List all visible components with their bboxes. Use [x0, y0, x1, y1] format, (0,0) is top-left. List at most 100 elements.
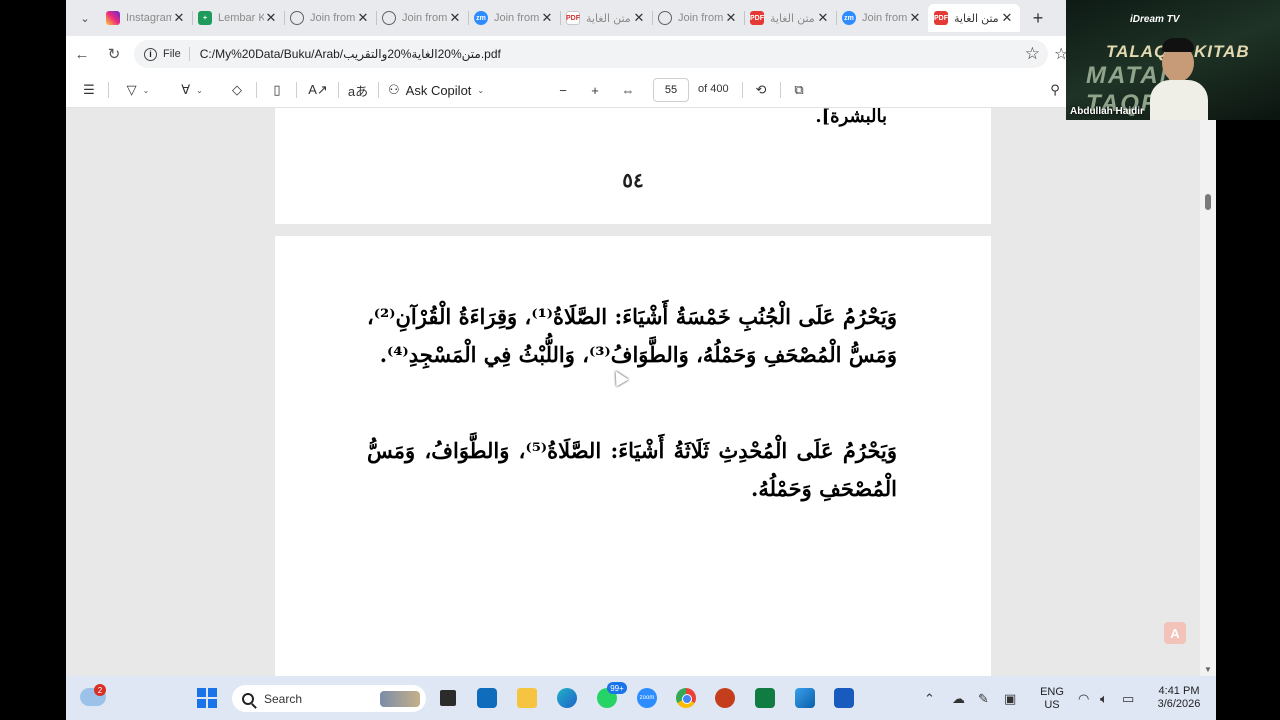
highlight-icon[interactable]: ▽ ⌄	[118, 80, 158, 100]
zoom-app-icon[interactable]: zoom	[633, 684, 661, 712]
eraser-icon[interactable]: ◇	[226, 80, 248, 100]
globe-icon	[290, 11, 304, 25]
clock[interactable]: 4:41 PM 3/6/2026	[1150, 685, 1208, 711]
folder-icon	[517, 688, 537, 708]
tab-matan-pdf-active[interactable]: PDF متن الغاية ✕	[928, 4, 1020, 32]
search-icon[interactable]: ⚲	[1044, 80, 1066, 100]
tab-join-from-zoom-1[interactable]: zm Join from ✕	[468, 4, 560, 32]
input-language-indicator[interactable]: ENG US	[1040, 686, 1064, 712]
sheets-icon: +	[198, 11, 212, 25]
left-black-bar	[0, 0, 66, 720]
tab-join-from-zoom-2[interactable]: zm Join from ✕	[836, 4, 928, 32]
close-tab-icon[interactable]: ✕	[816, 10, 830, 26]
photos-icon[interactable]	[791, 684, 819, 712]
whatsapp-icon[interactable]: 99+	[593, 682, 627, 712]
scroll-down-icon[interactable]: ▼	[1204, 665, 1212, 674]
tab-title: متن الغاية	[954, 12, 999, 25]
tab-matan-pdf-2[interactable]: PDF متن الغاية ✕	[744, 4, 836, 32]
powerpoint-icon[interactable]	[711, 684, 739, 712]
notification-tray-icon[interactable]: ▣	[1004, 691, 1016, 707]
fit-to-width-icon[interactable]: ⇔	[617, 80, 639, 100]
zoom-out-icon[interactable]: −	[552, 80, 574, 100]
windows-logo-icon	[197, 688, 217, 708]
tab-matan-pdf-1[interactable]: PDF متن الغاية ✕	[560, 4, 652, 32]
url-scheme-chip: File	[163, 48, 181, 60]
pen-icon[interactable]: ✎	[978, 691, 989, 707]
info-icon[interactable]: i	[144, 47, 157, 61]
favorite-star-icon[interactable]: ☆	[1025, 44, 1040, 64]
toolbar-divider	[256, 82, 257, 98]
chevron-down-icon: ⌄	[477, 85, 485, 95]
contents-list-icon[interactable]: ☰	[78, 80, 100, 100]
outlook-icon[interactable]	[473, 684, 501, 712]
tab-title: Instagram	[126, 12, 172, 24]
toolbar-divider	[338, 82, 339, 98]
video-brand: iDream TV	[1130, 14, 1180, 25]
language-code: ENG	[1040, 686, 1064, 698]
volume-icon[interactable]: 🔈︎	[1100, 691, 1108, 707]
toolbar-divider	[296, 82, 297, 98]
start-windows-icon[interactable]	[193, 684, 221, 712]
close-tab-icon[interactable]: ✕	[724, 10, 738, 26]
zoom-icon: zm	[842, 11, 856, 25]
tab-lembar[interactable]: + Lembar Kerja ✕	[192, 4, 284, 32]
vertical-scrollbar[interactable]: ▲ ▼	[1200, 108, 1216, 676]
task-view-icon[interactable]	[434, 684, 462, 712]
browser-window: ⌄ Instagram ✕ + Lembar Kerja ✕ Join from…	[66, 0, 1216, 676]
wifi-icon[interactable]: ◠	[1078, 691, 1089, 707]
video-overlay: iDream TV TALAQQI KITAB MATAN TAQRIB Abd…	[1066, 0, 1280, 120]
tab-join-from-2[interactable]: Join from ✕	[376, 4, 468, 32]
taskbar-search-box[interactable]: Search	[232, 685, 426, 712]
page-number-label: ٥٤	[622, 168, 644, 192]
tab-instagram[interactable]: Instagram ✕	[100, 4, 192, 32]
tab-join-from-3[interactable]: Join from ✕	[652, 4, 744, 32]
close-tab-icon[interactable]: ✕	[632, 10, 646, 26]
zoom-in-icon[interactable]: +	[584, 80, 606, 100]
close-tab-icon[interactable]: ✕	[1000, 10, 1014, 26]
chrome-app-icon	[676, 688, 696, 708]
pdf-viewer[interactable]: بالبشرة]. ٥٤ وَيَحْرُمُ عَلَى الْجُنُبِ …	[66, 108, 1216, 676]
clock-date: 3/6/2026	[1157, 698, 1201, 710]
rotate-icon[interactable]: ⟲	[750, 80, 772, 100]
whatsapp-badge: 99+	[607, 682, 627, 694]
word-icon[interactable]	[830, 684, 858, 712]
close-tab-icon[interactable]: ✕	[540, 10, 554, 26]
scrollbar-thumb[interactable]	[1205, 194, 1211, 210]
page-view-icon[interactable]: ▯	[266, 80, 288, 100]
speaker-cap	[1162, 38, 1194, 52]
url-separator	[188, 47, 190, 61]
page-count-label: of 400	[698, 83, 729, 95]
file-explorer-icon[interactable]	[513, 684, 541, 712]
chrome-icon[interactable]	[672, 684, 700, 712]
two-page-view-icon[interactable]: ⧉	[788, 80, 810, 100]
acrobat-icon[interactable]: A	[1164, 622, 1186, 644]
edge-icon[interactable]	[553, 684, 581, 712]
close-tab-icon[interactable]: ✕	[172, 10, 186, 26]
ask-copilot-button[interactable]: ⚇ Ask Copilot ⌄	[388, 80, 504, 100]
tab-join-from-1[interactable]: Join from ✕	[284, 4, 376, 32]
close-tab-icon[interactable]: ✕	[356, 10, 370, 26]
tab-actions-menu-icon[interactable]: ⌄	[72, 6, 98, 30]
url-text[interactable]: C:/My%20Data/Buku/Arab/متن%20الغاية%20وا…	[200, 47, 501, 61]
cloud-sync-icon[interactable]: ☁	[952, 691, 965, 707]
close-tab-icon[interactable]: ✕	[908, 10, 922, 26]
draw-icon[interactable]: ∀ ⌄	[172, 80, 212, 100]
address-bar: ← ↻ i File C:/My%20Data/Buku/Arab/متن%20…	[66, 36, 1216, 72]
read-aloud-icon[interactable]: A↗	[306, 80, 330, 100]
url-box[interactable]: i File C:/My%20Data/Buku/Arab/متن%20الغا…	[134, 40, 1048, 68]
search-highlight-image	[380, 690, 420, 707]
close-tab-icon[interactable]: ✕	[448, 10, 462, 26]
refresh-icon[interactable]: ↻	[102, 43, 126, 65]
battery-icon[interactable]: ▭	[1122, 691, 1134, 707]
show-hidden-icons-chevron-icon[interactable]: ⌃	[924, 691, 935, 707]
tab-title: Join from	[310, 12, 356, 24]
clock-time: 4:41 PM	[1158, 685, 1200, 697]
close-tab-icon[interactable]: ✕	[264, 10, 278, 26]
tab-strip: ⌄ Instagram ✕ + Lembar Kerja ✕ Join from…	[66, 0, 1216, 36]
desktop-icon	[440, 690, 456, 706]
translate-icon[interactable]: aあ	[346, 80, 370, 100]
excel-icon[interactable]	[751, 684, 779, 712]
page-number-input[interactable]: 55	[653, 78, 689, 102]
new-tab-plus-icon[interactable]: +	[1026, 6, 1050, 30]
back-arrow-icon[interactable]: ←	[70, 43, 94, 65]
